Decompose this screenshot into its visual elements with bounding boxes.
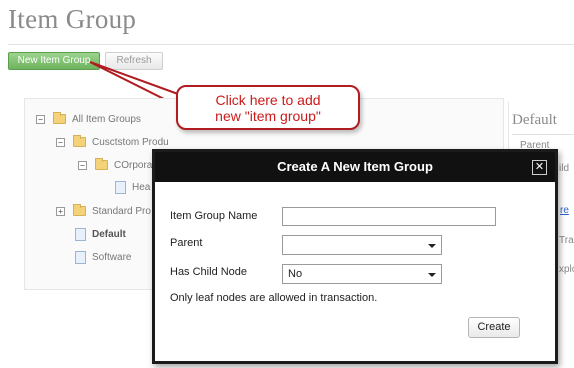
tree-item-root[interactable]: − All Item Groups bbox=[36, 112, 141, 126]
create-button[interactable]: Create bbox=[468, 317, 520, 338]
tree-item-default[interactable]: Default bbox=[75, 227, 126, 241]
parent-label: Parent bbox=[170, 237, 203, 249]
collapse-icon[interactable]: − bbox=[78, 160, 87, 170]
close-icon[interactable]: ✕ bbox=[532, 160, 547, 175]
refresh-button[interactable]: Refresh bbox=[105, 52, 163, 70]
title-divider bbox=[8, 44, 574, 45]
collapse-icon[interactable]: − bbox=[56, 137, 65, 147]
collapse-icon[interactable]: − bbox=[36, 114, 45, 124]
tree-item-label: Cusctstom Produ bbox=[92, 136, 169, 148]
new-item-group-button[interactable]: New Item Group bbox=[8, 52, 100, 70]
item-group-name-input[interactable] bbox=[282, 207, 496, 226]
file-icon bbox=[75, 227, 86, 241]
file-icon bbox=[115, 180, 126, 194]
chevron-down-icon bbox=[428, 273, 436, 277]
tree-item-label: All Item Groups bbox=[72, 113, 141, 125]
callout-line-1: Click here to add bbox=[215, 92, 321, 108]
folder-icon bbox=[73, 135, 86, 147]
detail-divider bbox=[512, 134, 574, 135]
tree-item-software[interactable]: Software bbox=[75, 250, 131, 264]
file-icon bbox=[75, 250, 86, 264]
callout-line-2: new "item group" bbox=[215, 108, 321, 124]
expand-icon[interactable]: + bbox=[56, 206, 65, 216]
has-child-node-value: No bbox=[288, 268, 303, 280]
tree-item-label: Software bbox=[92, 251, 132, 263]
detail-explore-text: xplo bbox=[559, 264, 574, 275]
item-group-name-label: Item Group Name bbox=[170, 210, 258, 222]
folder-icon bbox=[53, 112, 66, 124]
dialog-title: Create A New Item Group bbox=[155, 152, 555, 182]
tree-item-hea[interactable]: Hea bbox=[115, 180, 150, 194]
has-child-node-select[interactable]: No bbox=[282, 264, 442, 284]
page-title: Item Group bbox=[8, 4, 137, 34]
tree-item-standard-product[interactable]: + Standard Pro bbox=[56, 204, 151, 218]
create-item-group-dialog: Create A New Item Group ✕ Item Group Nam… bbox=[152, 149, 558, 364]
tree-item-label: COrpora bbox=[114, 159, 153, 171]
callout-bubble: Click here to add new "item group" bbox=[176, 85, 360, 130]
detail-child-label: ild bbox=[559, 163, 570, 174]
detail-link[interactable]: re bbox=[560, 205, 569, 216]
tree-item-label: Standard Pro bbox=[92, 205, 151, 217]
folder-icon bbox=[73, 204, 86, 216]
has-child-node-label: Has Child Node bbox=[170, 266, 248, 278]
detail-title: Default bbox=[512, 112, 557, 128]
parent-select[interactable] bbox=[282, 235, 442, 255]
tree-item-label: Hea bbox=[132, 181, 151, 193]
chevron-down-icon bbox=[428, 244, 436, 248]
leaf-nodes-note: Only leaf nodes are allowed in transacti… bbox=[170, 292, 378, 304]
tree-item-label: Default bbox=[92, 228, 126, 240]
folder-icon bbox=[95, 158, 108, 170]
tree-item-custom-product[interactable]: − Cusctstom Produ bbox=[56, 135, 169, 149]
tree-item-corporate[interactable]: − COrpora bbox=[78, 158, 152, 172]
detail-tra-button[interactable]: Tra bbox=[559, 235, 574, 246]
